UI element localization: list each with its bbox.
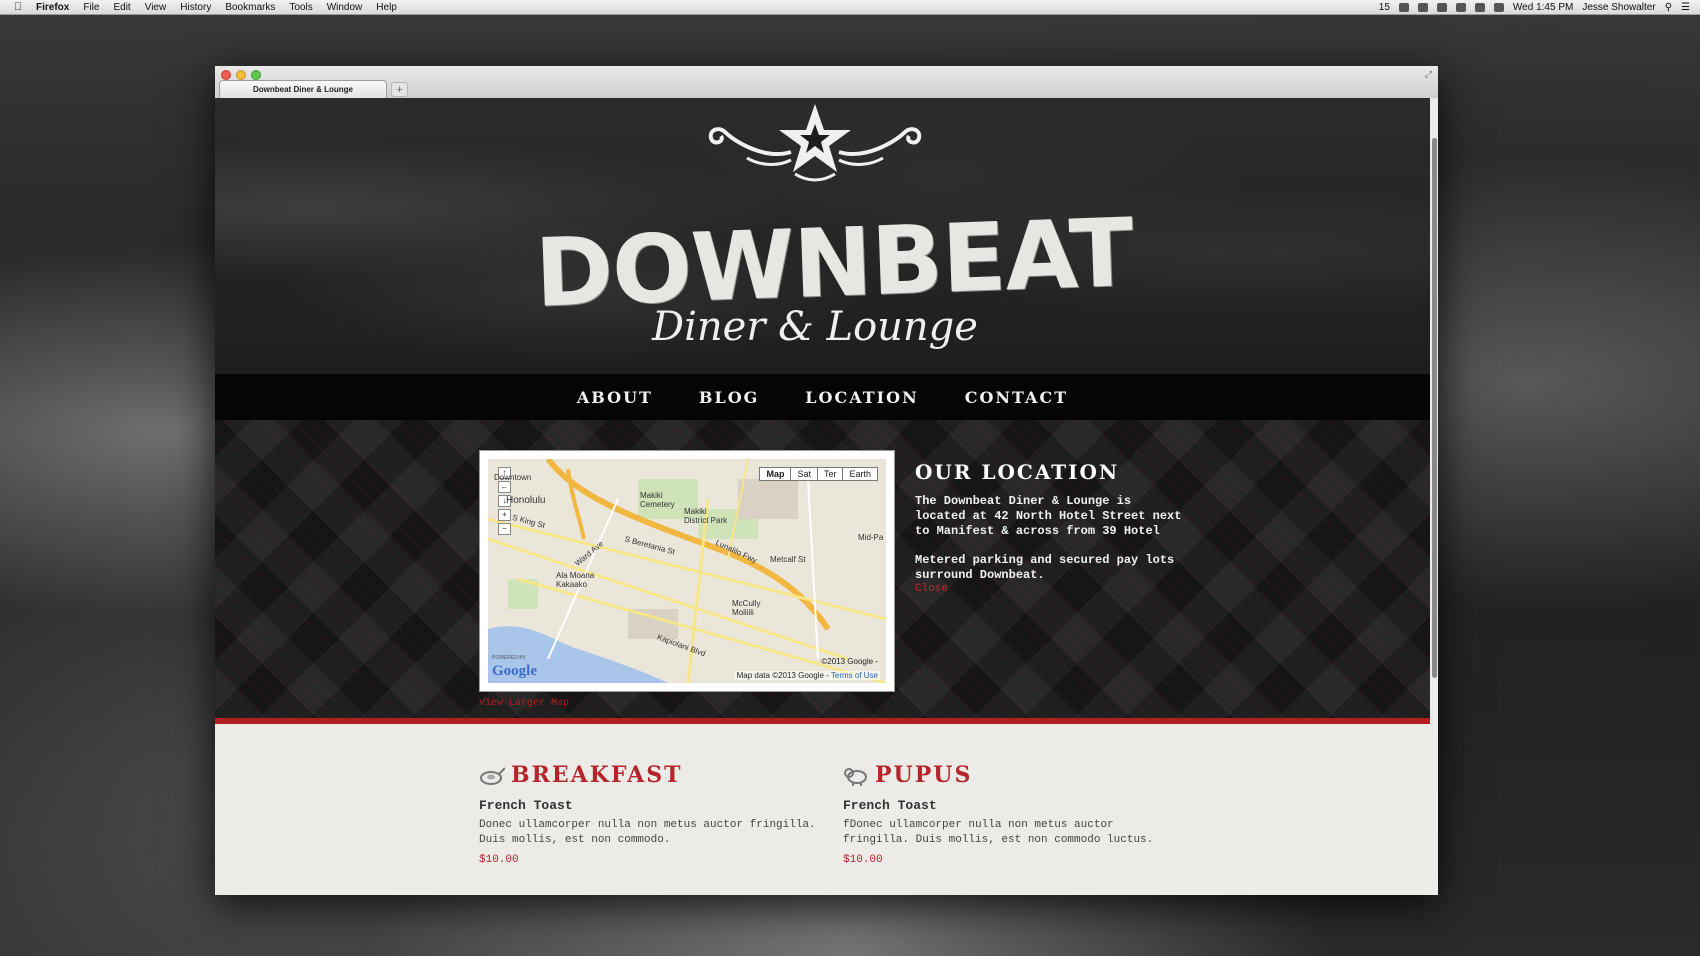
pupus-title: PUPUS: [875, 762, 973, 788]
map-data-attribution: Map data ©2013 Google - Terms of Use: [734, 671, 880, 680]
pupus-column: PUPUS French Toast fDonec ullamcorper nu…: [843, 762, 1183, 866]
minimize-window-button[interactable]: [236, 70, 246, 80]
menubar-view[interactable]: View: [145, 2, 167, 13]
status-count: 15: [1378, 1, 1390, 13]
map-label-mccully: McCully Moiliili: [732, 599, 761, 617]
map-terms-link[interactable]: Terms of Use: [831, 671, 878, 680]
nav-contact[interactable]: CONTACT: [965, 388, 1068, 407]
map-type-sat[interactable]: Sat: [790, 467, 818, 481]
logo-ornament-icon: [708, 104, 922, 182]
browser-window: ⤢ Downbeat Diner & Lounge + DOWNBEAT Din…: [215, 66, 1438, 895]
map-label-downtown: Downtown: [494, 473, 532, 482]
menubar-history[interactable]: History: [180, 2, 211, 13]
pupus-heading: PUPUS: [843, 762, 1183, 788]
map-label-metcalf: Metcalf St: [770, 555, 806, 564]
window-controls: [221, 70, 261, 80]
status-icon[interactable]: [1455, 2, 1466, 12]
map-type-earth[interactable]: Earth: [842, 467, 878, 481]
google-map[interactable]: ↑ ← ↓ + − Map Sat Ter Earth Downtown Hon…: [488, 459, 886, 683]
location-title: OUR LOCATION: [915, 460, 1120, 484]
breakfast-heading: BREAKFAST: [479, 762, 819, 788]
breakfast-column: BREAKFAST French Toast Donec ullamcorper…: [479, 762, 819, 866]
pan-left-icon[interactable]: ←: [498, 481, 511, 493]
breakfast-item-price: $10.00: [479, 854, 519, 866]
map-powered-by: POWERED BY: [492, 655, 526, 661]
status-icon[interactable]: [1417, 2, 1428, 12]
location-close-link[interactable]: Close: [915, 583, 1185, 595]
menubar-bookmarks[interactable]: Bookmarks: [225, 2, 275, 13]
menubar-edit[interactable]: Edit: [113, 2, 130, 13]
breakfast-item-desc: Donec ullamcorper nulla non metus auctor…: [479, 819, 816, 846]
apple-icon[interactable]: : [14, 1, 26, 13]
notification-center-icon[interactable]: ☰: [1681, 2, 1690, 13]
volume-icon[interactable]: [1493, 2, 1504, 12]
menubar-app-name[interactable]: Firefox: [36, 2, 69, 13]
site-logo[interactable]: DOWNBEAT Diner & Lounge: [533, 102, 1134, 364]
map-type-ter[interactable]: Ter: [816, 467, 844, 481]
logo-subtitle: Diner & Lounge: [652, 304, 978, 350]
web-page: DOWNBEAT Diner & Lounge ABOUT BLOG LOCAT…: [215, 98, 1430, 895]
pig-icon: [844, 768, 867, 786]
new-tab-button[interactable]: +: [391, 82, 408, 97]
menubar-help[interactable]: Help: [376, 2, 397, 13]
fullscreen-icon[interactable]: ⤢: [1425, 69, 1432, 80]
wifi-icon[interactable]: [1474, 2, 1485, 12]
menubar-window[interactable]: Window: [327, 2, 363, 13]
menubar-tools[interactable]: Tools: [289, 2, 312, 13]
mac-menubar:  Firefox File Edit View History Bookmar…: [0, 0, 1700, 15]
breakfast-title: BREAKFAST: [511, 762, 683, 788]
menu-section: BREAKFAST French Toast Donec ullamcorper…: [215, 724, 1430, 895]
nav-about[interactable]: ABOUT: [577, 388, 653, 407]
view-larger-map-link[interactable]: View Larger Map: [479, 698, 569, 709]
location-parking: Metered parking and secured pay lots sur…: [915, 553, 1175, 582]
map-label-makiki-park: Makiki District Park: [684, 507, 728, 525]
main-nav: ABOUT BLOG LOCATION CONTACT: [215, 374, 1430, 420]
tab-title: Downbeat Diner & Lounge: [253, 85, 353, 94]
status-icon[interactable]: [1398, 2, 1409, 12]
map-type-selector: Map Sat Ter Earth: [759, 467, 878, 481]
page-scrollbar[interactable]: [1430, 98, 1438, 895]
breakfast-item-name: French Toast: [479, 798, 573, 813]
pupus-item-name: French Toast: [843, 798, 937, 813]
map-data-text: Map data ©2013 Google -: [736, 671, 829, 680]
spotlight-icon[interactable]: ⚲: [1665, 2, 1672, 13]
map-label-mid-pacific: Mid-Pa: [858, 533, 884, 542]
close-window-button[interactable]: [221, 70, 231, 80]
scrollbar-thumb[interactable]: [1432, 138, 1437, 678]
menubar-user[interactable]: Jesse Showalter: [1582, 2, 1655, 13]
zoom-window-button[interactable]: [251, 70, 261, 80]
menubar-clock[interactable]: Wed 1:45 PM: [1513, 2, 1573, 13]
browser-tab[interactable]: Downbeat Diner & Lounge: [219, 80, 387, 98]
location-info: OUR LOCATION The Downbeat Diner & Lounge…: [915, 460, 1185, 595]
location-section: ↑ ← ↓ + − Map Sat Ter Earth Downtown Hon…: [215, 420, 1430, 718]
map-copyright: ©2013 Google -: [821, 657, 878, 666]
menubar-file[interactable]: File: [83, 2, 99, 13]
map-label-ala-moana: Ala Moana Kakaako: [556, 571, 595, 589]
frying-pan-icon: [480, 767, 505, 785]
zoom-out-icon[interactable]: −: [498, 523, 511, 535]
nav-blog[interactable]: BLOG: [699, 388, 759, 407]
pupus-item-price: $10.00: [843, 854, 883, 866]
pupus-item-desc: fDonec ullamcorper nulla non metus aucto…: [843, 819, 1154, 846]
map-type-map[interactable]: Map: [759, 467, 792, 481]
menubar-status-area: 15 Wed 1:45 PM Jesse Showalter ⚲ ☰: [1379, 0, 1690, 14]
status-icon[interactable]: [1436, 2, 1447, 12]
zoom-in-icon[interactable]: +: [498, 509, 511, 521]
site-header: DOWNBEAT Diner & Lounge: [215, 98, 1430, 374]
browser-titlebar: ⤢ Downbeat Diner & Lounge +: [215, 66, 1438, 99]
map-label-makiki-cemetery: Makiki Cemetery: [640, 491, 675, 509]
location-address: The Downbeat Diner & Lounge is located a…: [915, 494, 1182, 538]
map-frame: ↑ ← ↓ + − Map Sat Ter Earth Downtown Hon…: [479, 450, 895, 692]
map-label-honolulu: Honolulu: [506, 495, 546, 506]
nav-location[interactable]: LOCATION: [805, 388, 918, 407]
google-logo[interactable]: Google: [492, 663, 537, 680]
